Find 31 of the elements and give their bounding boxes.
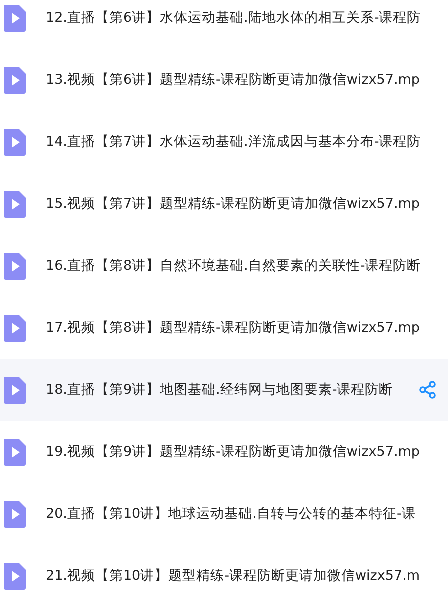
file-name: 16.直播【第8讲】自然环境基础.自然要素的关联性-课程防断	[46, 257, 422, 275]
video-file-icon	[4, 376, 26, 404]
file-row[interactable]: 13.视频【第6讲】题型精练-课程防断更请加微信wizx57.mp	[0, 49, 448, 111]
file-name: 21.视频【第10讲】题型精练-课程防断更请加微信wizx57.m	[46, 567, 420, 585]
video-file-icon	[4, 4, 26, 32]
file-row[interactable]: 20.直播【第10讲】地球运动基础.自转与公转的基本特征-课	[0, 483, 448, 545]
file-row[interactable]: 18.直播【第9讲】地图基础.经纬网与地图要素-课程防断	[0, 359, 448, 421]
file-name: 13.视频【第6讲】题型精练-课程防断更请加微信wizx57.mp	[46, 71, 420, 89]
file-name: 18.直播【第9讲】地图基础.经纬网与地图要素-课程防断	[46, 381, 394, 399]
video-file-icon	[4, 66, 26, 94]
video-file-icon	[4, 252, 26, 280]
video-file-icon	[4, 438, 26, 466]
file-row[interactable]: 17.视频【第8讲】题型精练-课程防断更请加微信wizx57.mp	[0, 297, 448, 359]
video-file-icon	[4, 314, 26, 342]
file-row[interactable]: 19.视频【第9讲】题型精练-课程防断更请加微信wizx57.mp	[0, 421, 448, 483]
file-name: 15.视频【第7讲】题型精练-课程防断更请加微信wizx57.mp	[46, 195, 420, 213]
file-name: 17.视频【第8讲】题型精练-课程防断更请加微信wizx57.mp	[46, 319, 420, 337]
video-file-icon	[4, 562, 26, 590]
file-name: 19.视频【第9讲】题型精练-课程防断更请加微信wizx57.mp	[46, 443, 420, 461]
file-name: 14.直播【第7讲】水体运动基础.洋流成因与基本分布-课程防	[46, 133, 422, 151]
file-name: 12.直播【第6讲】水体运动基础.陆地水体的相互关系-课程防	[46, 9, 422, 27]
file-row[interactable]: 12.直播【第6讲】水体运动基础.陆地水体的相互关系-课程防	[0, 0, 448, 49]
video-file-icon	[4, 500, 26, 528]
file-row[interactable]: 16.直播【第8讲】自然环境基础.自然要素的关联性-课程防断	[0, 235, 448, 297]
video-file-icon	[4, 128, 26, 156]
share-icon[interactable]	[419, 381, 438, 399]
file-row[interactable]: 21.视频【第10讲】题型精练-课程防断更请加微信wizx57.m	[0, 545, 448, 607]
file-row[interactable]: 15.视频【第7讲】题型精练-课程防断更请加微信wizx57.mp	[0, 173, 448, 235]
file-name: 20.直播【第10讲】地球运动基础.自转与公转的基本特征-课	[46, 505, 416, 523]
video-file-icon	[4, 190, 26, 218]
file-row[interactable]: 14.直播【第7讲】水体运动基础.洋流成因与基本分布-课程防	[0, 111, 448, 173]
